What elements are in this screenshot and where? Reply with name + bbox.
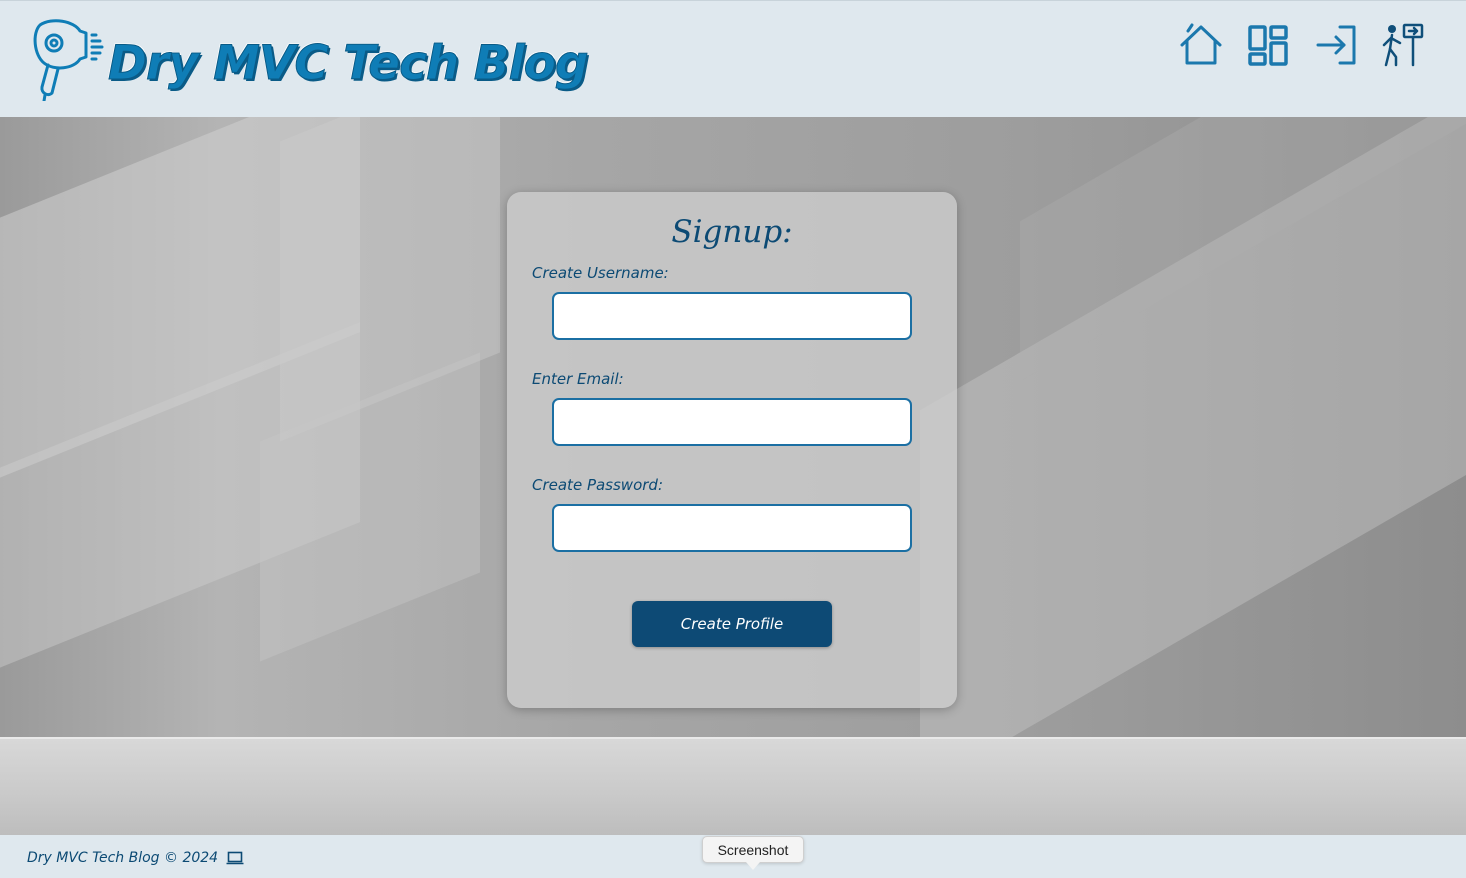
password-label: Create Password: <box>532 476 663 494</box>
home-icon <box>1180 23 1222 65</box>
laptop-icon[interactable] <box>226 851 244 865</box>
main-nav <box>1178 21 1428 69</box>
footer-text-group: Dry MVC Tech Blog © 2024 <box>27 850 244 866</box>
logo-text: Dry MVC Tech Blog <box>108 36 590 92</box>
password-input[interactable] <box>552 504 912 552</box>
site-header: Dry MVC Tech Blog <box>0 0 1466 117</box>
signup-title: Signup: <box>671 214 793 250</box>
footer-copyright: Dry MVC Tech Blog © 2024 <box>27 850 219 866</box>
hair-dryer-icon <box>33 18 104 101</box>
username-input[interactable] <box>552 292 912 340</box>
site-logo[interactable]: Dry MVC Tech Blog <box>30 11 590 106</box>
username-label: Create Username: <box>532 264 669 282</box>
tooltip-tail <box>746 862 760 870</box>
email-label: Enter Email: <box>532 370 624 388</box>
create-profile-button[interactable]: Create Profile <box>632 601 832 647</box>
dashboard-grid-icon <box>1248 25 1288 66</box>
login-arrow-icon <box>1316 25 1356 65</box>
nav-signup-button[interactable] <box>1382 21 1428 69</box>
nav-dashboard-button[interactable] <box>1246 21 1292 69</box>
screenshot-tooltip: Screenshot <box>702 836 804 863</box>
email-input[interactable] <box>552 398 912 446</box>
floor <box>0 737 1466 835</box>
signup-card: Signup: Create Username: Enter Email: Cr… <box>507 192 957 708</box>
signup-person-icon <box>1382 23 1424 67</box>
nav-home-button[interactable] <box>1178 21 1224 69</box>
nav-login-button[interactable] <box>1314 21 1360 69</box>
